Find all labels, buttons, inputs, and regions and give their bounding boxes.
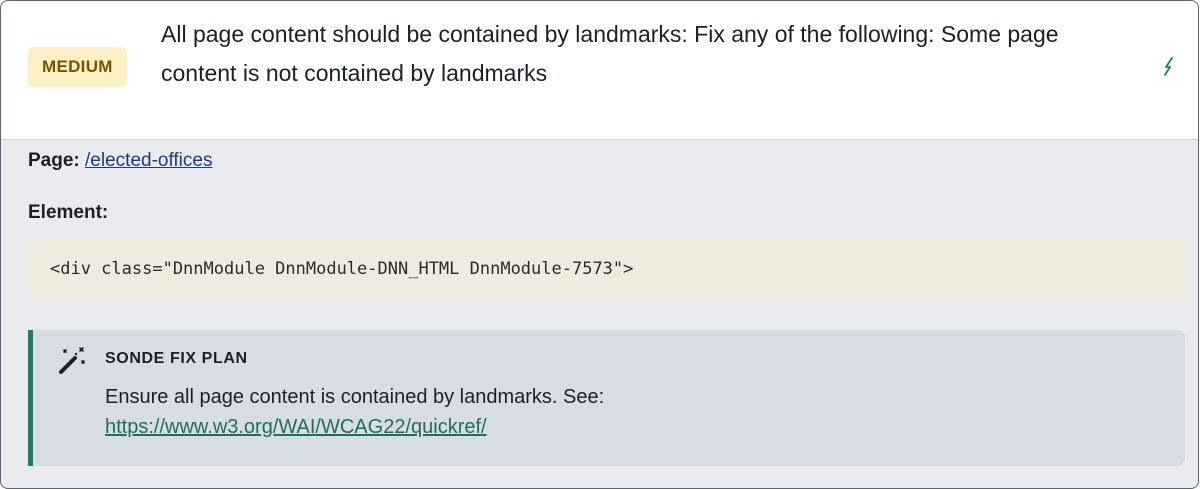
fix-plan-link[interactable]: https://www.w3.org/WAI/WCAG22/quickref/ <box>105 416 487 438</box>
issue-details: Page: /elected-offices Element: <div cla… <box>1 140 1198 488</box>
page-row: Page: /elected-offices <box>28 148 212 174</box>
magic-wand-icon <box>55 344 89 378</box>
severity-badge: MEDIUM <box>28 47 127 87</box>
element-code: <div class="DnnModule DnnModule-DNN_HTML… <box>28 238 1185 300</box>
page-label: Page: <box>28 150 80 171</box>
issue-header[interactable]: MEDIUM All page content should be contai… <box>1 1 1198 140</box>
fix-plan-text: Ensure all page content is contained by … <box>105 386 605 408</box>
element-label: Element: <box>28 202 109 223</box>
page-link[interactable]: /elected-offices <box>85 150 212 171</box>
lightning-icon-svg <box>1164 57 1173 76</box>
fix-plan-body: Ensure all page content is contained by … <box>105 382 1165 442</box>
lightning-icon[interactable] <box>1159 55 1179 77</box>
fix-plan: SONDE FIX PLAN Ensure all page content i… <box>28 330 1185 466</box>
issue-card: MEDIUM All page content should be contai… <box>0 0 1199 489</box>
fix-plan-title: SONDE FIX PLAN <box>105 350 248 367</box>
issue-title: All page content should be contained by … <box>161 21 1059 86</box>
